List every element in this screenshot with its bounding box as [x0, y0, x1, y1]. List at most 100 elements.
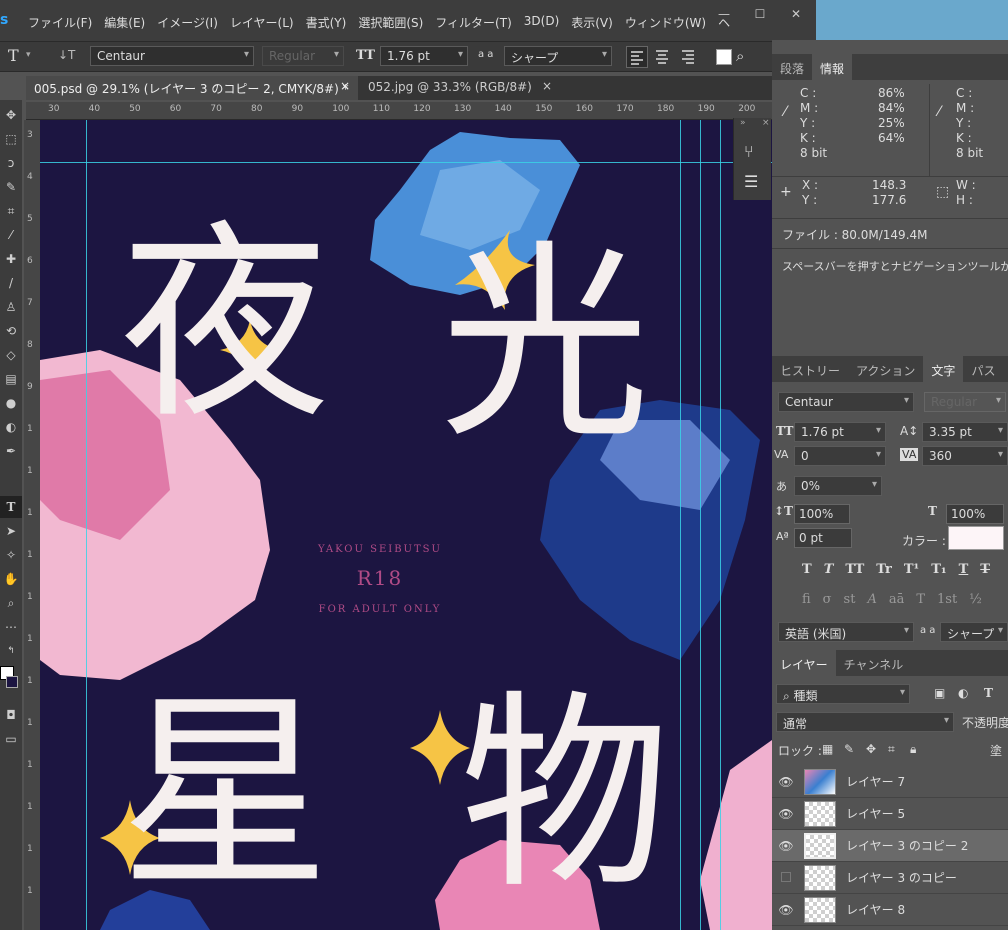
shape-tool-icon[interactable]: ✧ — [0, 544, 22, 566]
align-right-button[interactable] — [678, 46, 700, 68]
char-baseline-input[interactable]: 0 pt — [794, 528, 852, 548]
layer-row[interactable]: 👁︎ レイヤー 5 — [772, 798, 1008, 830]
visibility-toggle-empty[interactable] — [772, 871, 800, 885]
char-antialias-select[interactable]: シャープ ▾ — [940, 622, 1008, 642]
menu-window[interactable]: ウィンドウ(W) — [619, 14, 712, 31]
char-hscale-input[interactable]: 100% — [946, 504, 1004, 524]
tab-paths[interactable]: パス — [963, 356, 1003, 382]
tab-052-jpg[interactable]: 052.jpg @ 33.3% (RGB/8#) × — [360, 76, 560, 100]
layer-row[interactable]: 👁︎ レイヤー 8 — [772, 894, 1008, 926]
stylistic-alt-button[interactable]: aā — [889, 592, 905, 607]
brush-tool-icon[interactable]: / — [0, 272, 22, 294]
layer-row[interactable]: レイヤー 3 のコピー — [772, 862, 1008, 894]
brush-settings-icon[interactable]: ⑂ — [744, 142, 754, 161]
adjustment-filter-icon[interactable]: ◐ — [958, 686, 968, 700]
tab-channels[interactable]: チャンネル — [836, 650, 912, 676]
close-button[interactable]: ✕ — [778, 0, 814, 28]
adjustments-icon[interactable]: ☰ — [744, 172, 758, 191]
document-canvas[interactable]: 夜 光 星 物 YAKOU SEIBUTSU R18 FOR ADULT ONL… — [40, 120, 772, 930]
quick-select-tool-icon[interactable]: ✎ — [0, 176, 22, 198]
align-left-button[interactable] — [626, 46, 648, 68]
layer-row[interactable]: 👁︎ レイヤー 7 — [772, 766, 1008, 798]
menu-type[interactable]: 書式(Y) — [300, 14, 353, 31]
search-icon[interactable]: ⌕ — [736, 47, 744, 65]
old-style-button[interactable]: σ — [823, 592, 832, 607]
char-tsume-select[interactable]: 0% ▾ — [794, 476, 882, 496]
tab-layers[interactable]: レイヤー — [772, 650, 836, 676]
background-color-swatch[interactable] — [6, 676, 18, 688]
ligature-button[interactable]: ﬁ — [802, 592, 811, 607]
close-icon[interactable]: × — [542, 79, 552, 93]
lock-artboard-icon[interactable]: ⌗ — [888, 742, 895, 757]
minimize-button[interactable]: — — [706, 0, 742, 28]
history-brush-icon[interactable]: ⟲ — [0, 320, 22, 342]
strikethrough-button[interactable]: T — [980, 562, 990, 577]
blur-tool-icon[interactable]: ● — [0, 392, 22, 414]
lock-brush-icon[interactable]: ✎ — [844, 742, 854, 756]
menu-filter[interactable]: フィルター(T) — [429, 14, 517, 31]
text-color-swatch[interactable] — [716, 49, 732, 65]
healing-tool-icon[interactable]: ✚ — [0, 248, 22, 270]
language-select[interactable]: 英語 (米国) ▾ — [778, 622, 914, 642]
tab-info[interactable]: 情報 — [812, 54, 853, 80]
underline-button[interactable]: T — [959, 562, 969, 577]
char-color-swatch[interactable] — [948, 526, 1004, 550]
close-icon[interactable]: × — [762, 118, 770, 128]
antialias-select[interactable]: シャープ ▾ — [504, 46, 612, 66]
text-orientation-icon[interactable]: ↓T — [58, 48, 75, 62]
type-filter-icon[interactable]: T — [984, 686, 993, 700]
visibility-eye-icon[interactable]: 👁︎ — [772, 775, 800, 789]
subscript-button[interactable]: T₁ — [931, 562, 946, 577]
expand-icon[interactable]: » — [740, 118, 746, 128]
swash-button[interactable]: A — [867, 592, 876, 607]
eyedropper-tool-icon[interactable]: ⁄ — [0, 224, 22, 246]
char-font-select[interactable]: Centaur ▾ — [778, 392, 914, 412]
quick-mask-icon[interactable]: ◘ — [0, 704, 22, 726]
tab-actions[interactable]: アクション — [848, 356, 923, 382]
pixel-filter-icon[interactable]: ▣ — [934, 686, 945, 700]
blend-mode-select[interactable]: 通常 ▾ — [776, 712, 954, 732]
all-caps-button[interactable]: TT — [845, 562, 864, 577]
align-center-button[interactable] — [652, 46, 674, 68]
lasso-tool-icon[interactable]: ↄ — [0, 152, 22, 174]
menu-select[interactable]: 選択範囲(S) — [352, 14, 429, 31]
lock-all-icon[interactable]: 🔒︎ — [910, 742, 916, 757]
ordinals-button[interactable]: 1st — [937, 592, 957, 607]
close-icon[interactable]: × — [340, 79, 350, 93]
menu-layer[interactable]: レイヤー(L) — [224, 14, 300, 31]
fractions-button[interactable]: ½ — [969, 592, 982, 607]
menu-edit[interactable]: 編集(E) — [98, 14, 151, 31]
titling-button[interactable]: T — [916, 592, 925, 607]
preset-chevron-icon[interactable]: ▾ — [26, 50, 31, 60]
type-tool-icon[interactable]: T — [0, 496, 22, 518]
hand-tool-icon[interactable]: ✋ — [0, 568, 22, 590]
font-style-select[interactable]: Regular ▾ — [262, 46, 344, 66]
font-size-select[interactable]: 1.76 pt ▾ — [380, 46, 468, 66]
char-tracking-select[interactable]: 360 ▾ — [922, 446, 1008, 466]
path-select-tool-icon[interactable]: ➤ — [0, 520, 22, 542]
layer-row-selected[interactable]: 👁︎ レイヤー 3 のコピー 2 — [772, 830, 1008, 862]
menu-view[interactable]: 表示(V) — [565, 14, 619, 31]
tab-history[interactable]: ヒストリー — [772, 356, 848, 382]
lock-pixels-icon[interactable]: ▦ — [822, 742, 833, 756]
type-tool-preset-icon[interactable]: T — [8, 46, 19, 65]
move-tool-icon[interactable]: ✥ — [0, 104, 22, 126]
stamp-tool-icon[interactable]: ♙ — [0, 296, 22, 318]
visibility-eye-icon[interactable]: 👁︎ — [772, 839, 800, 853]
restore-button[interactable]: ☐ — [742, 0, 778, 28]
layer-filter-select[interactable]: ⌕ 種類 ▾ — [776, 684, 910, 704]
char-vscale-input[interactable]: 100% — [794, 504, 850, 524]
lock-position-icon[interactable]: ✥ — [866, 742, 876, 756]
char-style-select[interactable]: Regular ▾ — [924, 392, 1006, 412]
tab-character[interactable]: 文字 — [923, 356, 964, 382]
small-caps-button[interactable]: Tr — [876, 562, 892, 577]
char-kerning-select[interactable]: 0 ▾ — [794, 446, 886, 466]
menu-3d[interactable]: 3D(D) — [518, 14, 565, 31]
swap-colors-icon[interactable]: ↰ — [0, 640, 22, 662]
marquee-tool-icon[interactable]: ⬚ — [0, 128, 22, 150]
dodge-tool-icon[interactable]: ◐ — [0, 416, 22, 438]
font-family-select[interactable]: Centaur ▾ — [90, 46, 254, 66]
visibility-eye-icon[interactable]: 👁︎ — [772, 903, 800, 917]
superscript-button[interactable]: T¹ — [904, 562, 919, 577]
pen-tool-icon[interactable]: ✒ — [0, 440, 22, 462]
